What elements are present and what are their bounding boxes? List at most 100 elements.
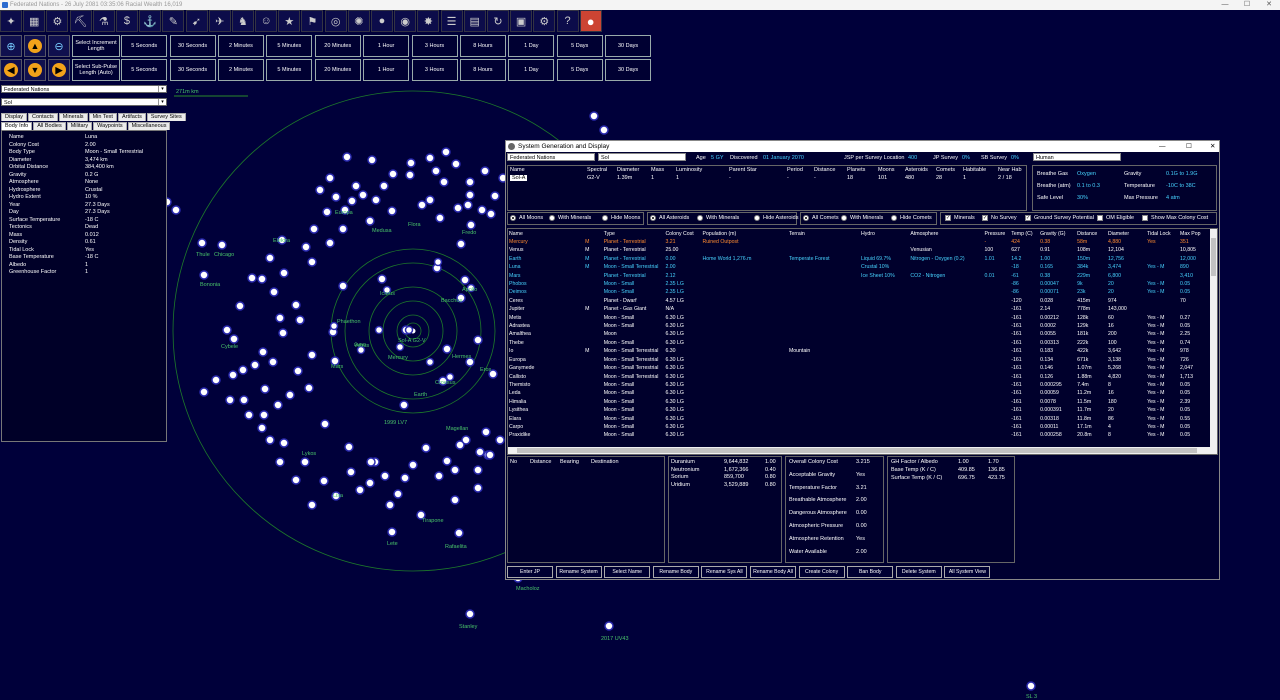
increment-time-button[interactable]: 1 Hour [363,35,410,57]
map-body-marker[interactable] [405,170,415,180]
table-row[interactable]: Callisto Moon - Small Terrestrial 6.30 LG -… [508,373,1208,381]
map-body-marker[interactable] [466,220,476,230]
map-body-marker[interactable] [307,257,317,267]
map-body-marker[interactable] [351,181,361,191]
calendar-button[interactable]: ▤ [463,10,486,32]
asteroids-radio[interactable]: All Asteroids [650,215,689,221]
sgd-system-select[interactable]: Sol [598,153,686,161]
all-system-view-button[interactable]: All System View [944,566,991,578]
map-body-marker[interactable] [265,435,275,445]
settings-button[interactable]: ⚙ [533,10,556,32]
map-body-marker[interactable] [387,206,397,216]
rename-system-button[interactable]: Rename System [555,566,602,578]
map-body-marker[interactable] [247,273,257,283]
map-body-marker[interactable] [439,177,449,187]
table-row[interactable]: Elara Moon - Small 6.30 LG -161 0.00318 11.8m… [508,415,1208,423]
column-header[interactable]: Hydro [860,230,909,238]
map-body-marker[interactable] [259,410,269,420]
map-body-marker[interactable] [319,476,329,486]
check-minerals[interactable]: ✓ Minerals [945,215,975,221]
map-body-marker[interactable] [388,169,398,179]
map-body-marker[interactable] [387,527,397,537]
subpulse-time-button[interactable]: 30 Days [605,59,652,81]
map-planet-marker[interactable] [433,257,443,267]
map-body-marker[interactable] [490,191,500,201]
subpulse-time-button[interactable]: 5 Days [556,59,603,81]
check-show-max-colony-cost[interactable]: Show Max Colony Cost [1142,215,1208,221]
increment-time-button[interactable]: 5 Days [556,35,603,57]
comets-radio[interactable]: Hide Comets [891,215,932,221]
map-body-marker[interactable] [355,485,365,495]
map-body-marker[interactable] [367,155,377,165]
column-header[interactable]: Gravity (G) [1039,230,1076,238]
column-header[interactable]: Population (m) [701,230,787,238]
rename-body-button[interactable]: Rename Body [652,566,699,578]
map-body-marker[interactable] [235,301,245,311]
table-row[interactable]: Europa Moon - Small Terrestrial 6.30 LG -16… [508,356,1208,364]
map-body-marker[interactable] [338,224,348,234]
column-header[interactable]: Tidal Lock [1146,230,1179,238]
shipyard-button[interactable]: ⚓ [139,10,162,32]
map-body-marker[interactable] [365,478,375,488]
pan-up-button[interactable]: ▲ [24,35,46,57]
subpulse-time-button[interactable]: 5 Minutes [266,59,313,81]
zoom-out-button[interactable]: ⊖ [48,35,70,57]
increment-time-button[interactable]: 2 Minutes [217,35,264,57]
table-row[interactable]: Earth M Planet - Terrestrial 0.00 Home World… [508,255,1208,263]
column-header[interactable]: Colony Cost [664,230,701,238]
asteroids-radio[interactable]: With Minerals [697,215,739,221]
minimize-button[interactable]: — [1214,0,1236,10]
tab-minerals[interactable]: Minerals [58,113,88,121]
sgd-race-select[interactable]: Federated Nations [507,153,595,161]
rename-sys-all-button[interactable]: Rename Sys All [701,566,748,578]
map-body-marker[interactable] [425,153,435,163]
tab-body-info[interactable]: Body Info [1,122,33,130]
map-body-marker[interactable] [315,185,325,195]
table-row[interactable]: Himalia Moon - Small 6.30 LG -161 0.0078 11.5… [508,398,1208,406]
table-row[interactable]: Venus M Planet - Terrestrial 25.00 Venusian 1… [508,246,1208,254]
column-header[interactable]: Type [603,230,665,238]
map-body-marker[interactable] [473,465,483,475]
column-header[interactable]: Max Pop [1179,230,1208,238]
map-body-marker[interactable] [275,313,285,323]
select-name-button[interactable]: Select Name [604,566,651,578]
map-body-marker[interactable] [275,457,285,467]
map-body-marker[interactable] [338,281,348,291]
help-button[interactable]: ? [556,10,579,32]
table-row[interactable]: Thebe Moon - Small 6.30 LG -161 0.00313 222k 1… [508,339,1208,347]
map-body-marker[interactable] [295,315,305,325]
species-select[interactable]: Human [1033,153,1121,161]
map-body-marker[interactable] [344,442,354,452]
map-body-marker[interactable] [250,360,260,370]
tab-survey-sites[interactable]: Survey Sites [146,113,186,121]
table-vertical-scroll-thumb[interactable] [1211,238,1216,276]
column-header[interactable]: Atmosphere [909,230,983,238]
map-body-marker[interactable] [463,200,473,210]
map-body-marker[interactable] [465,609,475,619]
delete-system-button[interactable]: Delete System [895,566,942,578]
map-body-marker[interactable] [307,350,317,360]
map-body-marker[interactable] [222,325,232,335]
moons-radio[interactable]: With Minerals [549,215,591,221]
map-body-marker[interactable] [393,489,403,499]
map-body-marker[interactable] [451,159,461,169]
system-view-button[interactable]: ◎ [324,10,347,32]
zoom-in-button[interactable]: ⊕ [0,35,22,57]
map-body-marker[interactable] [385,500,395,510]
map-body-marker[interactable] [309,224,319,234]
map-planet-marker[interactable] [374,325,384,335]
map-body-marker[interactable] [346,467,356,477]
close-button[interactable]: ✕ [1258,0,1280,10]
map-body-marker[interactable] [291,475,301,485]
table-row[interactable]: Io M Moon - Small Terrestrial 6.30 Mountain -… [508,347,1208,355]
map-body-marker[interactable] [456,239,466,249]
map-body-marker[interactable] [377,274,387,284]
refresh-button[interactable]: ↻ [486,10,509,32]
map-body-marker[interactable] [380,471,390,481]
moons-radio[interactable]: All Moons [510,215,543,221]
map-body-marker[interactable] [379,181,389,191]
map-body-marker[interactable] [301,242,311,252]
research-button[interactable]: ⚗ [92,10,115,32]
sgd-minimize-button[interactable]: — [1159,141,1166,152]
missile-design-button[interactable]: ➹ [185,10,208,32]
